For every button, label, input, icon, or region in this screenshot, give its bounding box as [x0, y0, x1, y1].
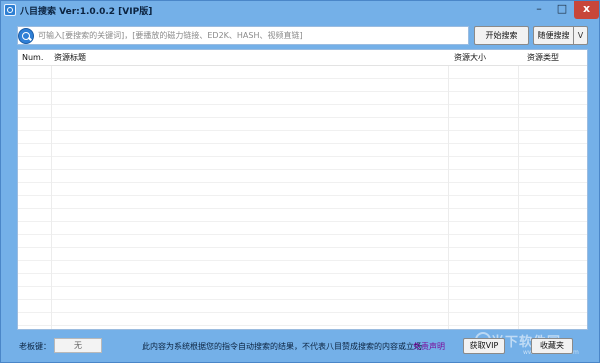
get-vip-button[interactable]: 获取VIP — [463, 338, 505, 354]
table-body — [18, 66, 587, 329]
app-window: 八目搜索 Ver:1.0.0.2 [VIP版] – □ x 开始搜索 随便搜搜 … — [0, 0, 600, 363]
column-header-type[interactable]: 资源类型 — [527, 50, 559, 66]
disclaimer-link[interactable]: 免责声明 — [413, 341, 445, 352]
maximize-button[interactable]: □ — [551, 1, 573, 19]
column-header-size[interactable]: 资源大小 — [454, 50, 486, 66]
column-header-title[interactable]: 资源标题 — [54, 50, 86, 66]
random-search-button[interactable]: 随便搜搜 — [533, 26, 573, 45]
start-search-button[interactable]: 开始搜索 — [474, 26, 529, 45]
random-search-dropdown[interactable]: V — [573, 26, 588, 45]
column-divider — [518, 50, 519, 329]
title-bar: 八目搜索 Ver:1.0.0.2 [VIP版] – □ x — [1, 1, 599, 20]
results-table[interactable]: Num. 资源标题 资源大小 资源类型 — [17, 49, 588, 330]
search-notice: 此内容为系统根据您的指令自动搜索的结果，不代表八目赞成搜索的内容或立场 — [142, 342, 422, 351]
window-title: 八目搜索 Ver:1.0.0.2 [VIP版] — [20, 7, 153, 17]
search-icon[interactable] — [18, 28, 34, 44]
table-header: Num. 资源标题 资源大小 资源类型 — [18, 50, 587, 66]
column-divider — [448, 50, 449, 329]
minimize-button[interactable]: – — [528, 1, 550, 19]
search-box — [17, 26, 469, 45]
app-logo-icon — [4, 4, 16, 16]
favorites-button[interactable]: 收藏夹 — [531, 338, 573, 354]
column-header-num[interactable]: Num. — [22, 50, 43, 66]
boss-key-field[interactable]: 无 — [54, 338, 102, 353]
boss-key-label: 老板键： — [19, 342, 51, 351]
search-input[interactable] — [38, 28, 466, 43]
close-button[interactable]: x — [574, 1, 599, 19]
column-divider — [51, 50, 52, 329]
